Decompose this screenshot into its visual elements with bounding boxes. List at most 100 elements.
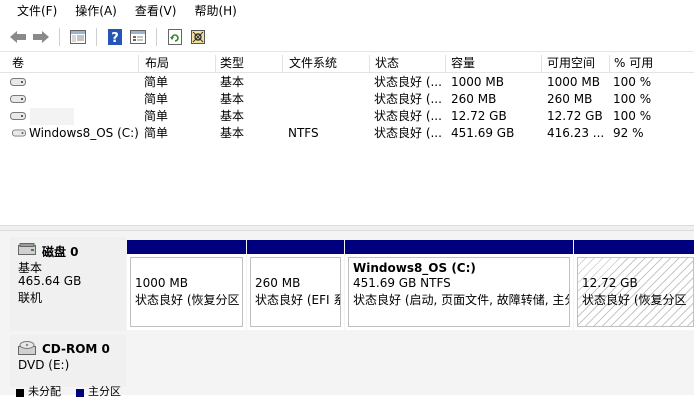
volume-name: Windows8_OS (C:) — [29, 126, 139, 140]
partition-status: 状态良好 (恢复分区 — [582, 293, 687, 307]
forward-arrow-icon[interactable] — [32, 28, 50, 46]
partition-size: 260 MB — [255, 276, 301, 290]
partition-status: 状态良好 (恢复分区 — [135, 293, 240, 307]
volume-free-space: 12.72 GB — [547, 109, 603, 123]
partition-name: Windows8_OS (C:) — [353, 261, 476, 275]
volume-capacity: 1000 MB — [451, 75, 504, 89]
volume-free-space: 260 MB — [547, 92, 593, 106]
volume-type: 基本 — [220, 75, 245, 89]
table-row[interactable]: 简单 基本 状态良好 (... 1000 MB 1000 MB 100 % — [0, 74, 694, 91]
volume-status: 状态良好 (... — [374, 126, 442, 140]
column-header-volume[interactable]: 卷 — [8, 55, 138, 72]
column-header-free-space[interactable]: 可用空间 — [543, 55, 609, 72]
console-tree-icon[interactable] — [69, 28, 87, 46]
partition-bar — [127, 240, 246, 254]
volume-free-space: 1000 MB — [547, 75, 600, 89]
help-icon[interactable]: ? — [106, 28, 124, 46]
partition-body: Windows8_OS (C:) 451.69 GB NTFS 状态良好 (启动… — [348, 257, 570, 327]
volume-list: 卷 布局 类型 文件系统 状态 容量 可用空间 % 可用 简单 基本 状态良好 … — [0, 55, 694, 225]
drive-icon — [10, 112, 26, 120]
volume-free-space: 416.23 ... — [547, 126, 605, 140]
volume-capacity: 12.72 GB — [451, 109, 507, 123]
svg-text:?: ? — [111, 31, 119, 45]
disk-0-title: 磁盘 0 — [42, 245, 79, 259]
volume-status: 状态良好 (... — [374, 109, 442, 123]
settings-icon[interactable] — [189, 28, 207, 46]
volume-type: 基本 — [220, 109, 245, 123]
toolbar-separator — [59, 27, 60, 46]
column-header-filesystem[interactable]: 文件系统 — [285, 55, 369, 72]
properties-icon[interactable] — [129, 28, 147, 46]
table-row[interactable]: 简单 基本 状态良好 (... 12.72 GB 12.72 GB 100 % — [0, 108, 694, 125]
drive-icon — [10, 78, 26, 86]
menu-bar: 文件(F) 操作(A) 查看(V) 帮助(H) — [0, 0, 694, 22]
partition-size: 1000 MB — [135, 276, 188, 290]
partition-recovery-1[interactable]: 1000 MB 状态良好 (恢复分区 — [127, 240, 246, 330]
column-divider[interactable] — [138, 55, 139, 72]
volume-name — [30, 91, 135, 108]
disk-0-label[interactable]: 磁盘 0 基本 465.64 GB 联机 — [10, 237, 126, 331]
column-divider[interactable] — [369, 55, 370, 72]
column-divider[interactable] — [282, 55, 283, 72]
legend-primary-swatch — [76, 389, 84, 397]
partition-body: 260 MB 状态良好 (EFI 系 — [250, 257, 341, 327]
volume-type: 基本 — [220, 126, 245, 140]
table-row[interactable]: Windows8_OS (C:) 简单 基本 NTFS 状态良好 (... 45… — [0, 125, 694, 142]
cd-drive-icon — [18, 341, 36, 355]
menu-help[interactable]: 帮助(H) — [185, 0, 245, 22]
volume-filesystem: NTFS — [288, 126, 319, 140]
cdrom-0-title: CD-ROM 0 — [42, 342, 110, 356]
volume-percent-free: 92 % — [613, 126, 644, 140]
drive-icon — [10, 95, 26, 103]
menu-file[interactable]: 文件(F) — [0, 0, 66, 22]
back-arrow-icon[interactable] — [9, 28, 27, 46]
column-header-type[interactable]: 类型 — [216, 55, 282, 72]
volume-capacity: 260 MB — [451, 92, 497, 106]
volume-type: 基本 — [220, 92, 245, 106]
legend-unallocated-label: 未分配 — [28, 385, 61, 398]
partition-windows8-os[interactable]: Windows8_OS (C:) 451.69 GB NTFS 状态良好 (启动… — [345, 240, 573, 330]
cdrom-0-media-area[interactable] — [127, 335, 694, 387]
volume-status: 状态良好 (... — [374, 92, 442, 106]
column-divider[interactable] — [541, 55, 542, 72]
toolbar-separator — [156, 27, 157, 46]
volume-layout: 简单 — [144, 126, 169, 140]
volume-capacity: 451.69 GB — [451, 126, 515, 140]
partition-bar — [345, 240, 573, 254]
partition-body: 1000 MB 状态良好 (恢复分区 — [130, 257, 243, 327]
legend-unallocated-swatch — [16, 389, 24, 397]
volume-name — [30, 108, 74, 125]
hard-disk-icon — [18, 243, 36, 255]
disk-0-size: 465.64 GB — [18, 274, 82, 288]
refresh-icon[interactable] — [166, 28, 184, 46]
partition-status: 状态良好 (EFI 系 — [255, 293, 341, 307]
disk-graph-pane: 磁盘 0 基本 465.64 GB 联机 1000 MB 状态良好 (恢复分区 … — [0, 231, 694, 395]
partition-size: 12.72 GB — [582, 276, 638, 290]
volume-layout: 简单 — [144, 109, 169, 123]
table-row[interactable]: 简单 基本 状态良好 (... 260 MB 260 MB 100 % — [0, 91, 694, 108]
column-header-status[interactable]: 状态 — [371, 55, 445, 72]
menu-view[interactable]: 查看(V) — [126, 0, 186, 22]
partition-recovery-2[interactable]: 12.72 GB 状态良好 (恢复分区 — [574, 240, 694, 330]
volume-percent-free: 100 % — [613, 109, 652, 123]
column-header-capacity[interactable]: 容量 — [447, 55, 541, 72]
volume-name — [30, 74, 135, 91]
column-divider[interactable] — [445, 55, 446, 72]
column-header-percent-free[interactable]: % 可用 — [610, 55, 694, 72]
partition-body: 12.72 GB 状态良好 (恢复分区 — [577, 257, 694, 327]
partition-bar — [574, 240, 694, 254]
volume-status: 状态良好 (... — [374, 75, 442, 89]
cdrom-0-label[interactable]: CD-ROM 0 DVD (E:) — [10, 335, 126, 387]
column-header-layout[interactable]: 布局 — [141, 55, 215, 72]
volume-layout: 简单 — [144, 92, 169, 106]
drive-icon — [12, 129, 26, 137]
toolbar-separator — [96, 27, 97, 46]
menu-action[interactable]: 操作(A) — [66, 0, 126, 22]
volume-layout: 简单 — [144, 75, 169, 89]
partition-bar — [247, 240, 344, 254]
partition-size: 451.69 GB NTFS — [353, 276, 451, 290]
volume-percent-free: 100 % — [613, 92, 652, 106]
legend-primary-label: 主分区 — [88, 385, 121, 398]
toolbar: ? — [0, 22, 694, 52]
partition-efi[interactable]: 260 MB 状态良好 (EFI 系 — [247, 240, 344, 330]
